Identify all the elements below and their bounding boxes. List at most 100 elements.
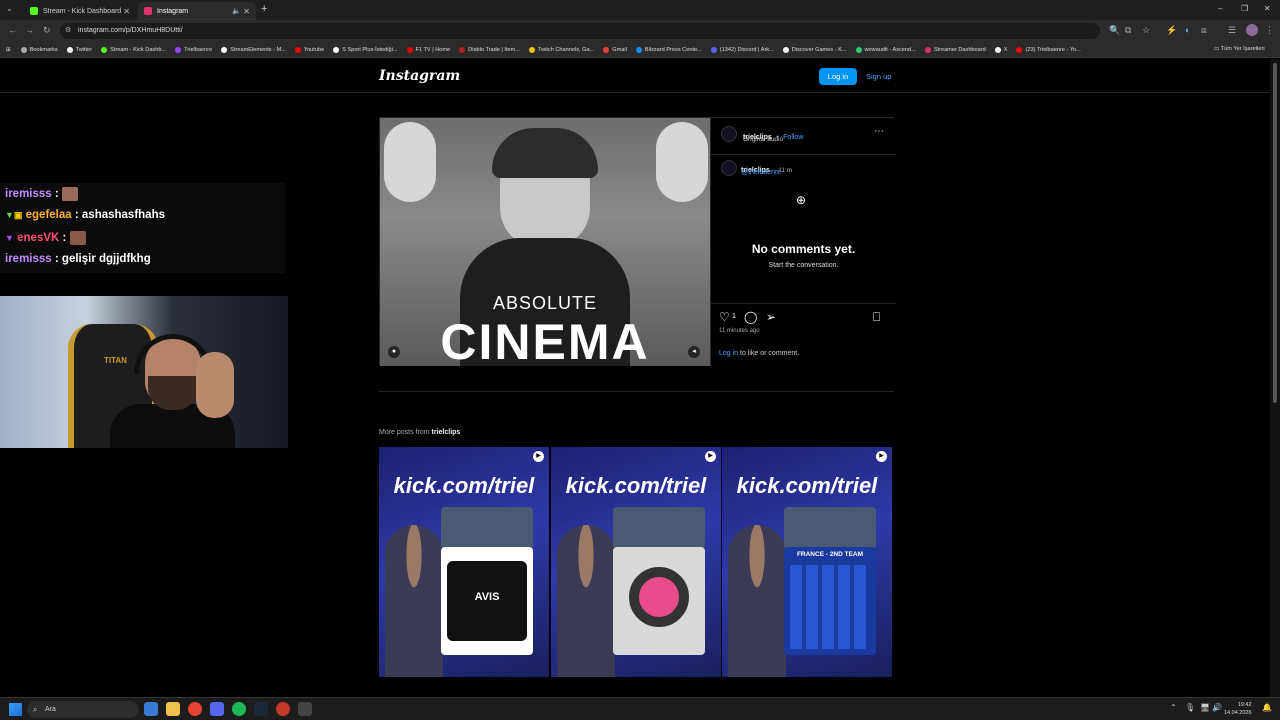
bookmark-item[interactable]: Bookmarks — [20, 46, 58, 53]
spotify-icon[interactable] — [232, 702, 246, 716]
all-bookmarks-folder[interactable]: ▭ Tüm Yer İşaretleri — [1214, 46, 1265, 52]
add-emoji-icon[interactable]: ⊕ — [796, 193, 806, 207]
bookmark-item[interactable]: (1342) Discord | Ark... — [710, 46, 774, 53]
file-explorer-icon[interactable] — [166, 702, 180, 716]
bookmark-label: Gmail — [612, 46, 627, 53]
like-heart-icon[interactable]: ♡ — [719, 310, 730, 324]
tile-presenter — [728, 525, 786, 677]
bookmark-item[interactable]: wowaudit - Ascend... — [855, 46, 916, 53]
bookmark-item[interactable]: Youtube — [294, 46, 324, 53]
profile-avatar[interactable] — [1246, 24, 1258, 36]
cast-icon[interactable]: ⧉ — [1125, 25, 1131, 36]
chat-separator: : — [71, 209, 82, 221]
bookmark-item[interactable]: X — [994, 46, 1007, 53]
badge-icon: ▼ — [5, 233, 14, 244]
new-tab-icon[interactable]: + — [261, 3, 267, 15]
reload-icon[interactable]: ↻ — [43, 25, 51, 36]
extension-icon-2[interactable]: ◖ — [1184, 25, 1189, 35]
minimize-icon[interactable]: – — [1218, 4, 1222, 13]
bookmark-item[interactable]: Streamer Dashboard — [924, 46, 986, 53]
notification-icon[interactable]: 🔔 — [1262, 703, 1272, 712]
follow-button[interactable]: Follow — [783, 134, 803, 141]
instagram-header: Instagram Log in Sign up — [0, 59, 1270, 93]
section-divider — [379, 391, 894, 392]
bookmark-item[interactable]: Twitter — [66, 46, 92, 53]
reel-icon: ▶ — [533, 451, 544, 462]
task-view-icon[interactable] — [144, 702, 158, 716]
scrollbar-thumb[interactable] — [1273, 63, 1277, 403]
more-options-icon[interactable]: ⋯ — [874, 126, 884, 137]
tab-kick-dashboard[interactable]: Stream - Kick Dashboard ✕ — [24, 2, 136, 20]
back-icon[interactable]: ← — [8, 25, 17, 35]
windows-start-icon[interactable] — [9, 703, 22, 716]
restore-icon[interactable]: ❐ — [1241, 4, 1248, 13]
bookmark-favicon-icon — [603, 46, 610, 53]
speaker-icon[interactable]: 🔈 — [232, 7, 241, 15]
grid-post-2[interactable]: ▶ kick.com/triel ▶ — [551, 447, 721, 677]
audio-label[interactable]: Original audio — [743, 136, 783, 143]
grid-post-1[interactable]: ▶ kick.com/triel AVIS ▶ — [379, 447, 549, 677]
bookmark-item[interactable]: (23) Trielbaenre - Yo... — [1016, 46, 1081, 53]
address-bar[interactable]: ⚙ instagram.com/p/DXHmuH8DUtti/ — [60, 23, 1100, 39]
login-button[interactable]: Log in — [819, 68, 857, 85]
caption-mention[interactable]: @trielbaenre — [741, 169, 781, 176]
bookmark-item[interactable]: Diablo Trade | Item... — [459, 46, 520, 53]
network-icon[interactable]: 🖥 — [1200, 703, 1210, 712]
tab-instagram[interactable]: Instagram 🔈 ✕ — [138, 2, 256, 20]
reel-icon: ▶ — [705, 451, 716, 462]
tab-search-icon[interactable]: ⌄ — [6, 4, 13, 13]
post-sidebar: trielclips • Follow Original audio ⋯ tri… — [710, 118, 896, 366]
bookmark-item[interactable]: Blizzard Press Cente... — [635, 46, 702, 53]
bookmark-item[interactable]: Trielbaenre — [175, 46, 212, 53]
discord-icon[interactable] — [210, 702, 224, 716]
post-video[interactable]: ABSOLUTE CINEMA ● ◂ — [380, 118, 710, 366]
bookmark-item[interactable]: Discover Games - K... — [782, 46, 847, 53]
bookmark-item[interactable]: S Sport Plus-İstediği... — [333, 46, 398, 53]
caption-avatar[interactable] — [721, 160, 737, 176]
steam-icon[interactable] — [254, 702, 268, 716]
grid-post-3[interactable]: ▶ kick.com/triel FRANCE - 2ND TEAM ▶ — [722, 447, 892, 677]
bookmark-item[interactable]: Twitch Channels, Ga... — [528, 46, 594, 53]
author-avatar[interactable] — [721, 126, 737, 142]
site-info-icon[interactable]: ⚙ — [65, 23, 71, 39]
bookmark-favicon-icon — [924, 46, 931, 53]
bookmark-favicon-icon — [528, 46, 535, 53]
menu-icon[interactable]: ⋮ — [1265, 25, 1274, 36]
mute-icon[interactable]: ◂ — [688, 346, 700, 358]
extension-icon[interactable]: ⚡ — [1166, 25, 1177, 36]
bookmark-item[interactable]: Stream - Kick Dashb... — [101, 46, 166, 53]
sidebar-icon[interactable]: ☰ — [1228, 25, 1236, 36]
app-icon[interactable] — [298, 702, 312, 716]
page-scrollbar[interactable] — [1270, 59, 1280, 697]
signup-link[interactable]: Sign up — [866, 68, 891, 85]
login-prompt-link[interactable]: Log in — [719, 350, 738, 357]
instagram-logo[interactable]: Instagram — [379, 68, 460, 84]
obs-icon[interactable] — [276, 702, 290, 716]
tray-chevron-icon[interactable]: ⌃ — [1170, 703, 1177, 712]
more-posts-user[interactable]: trielclips — [432, 429, 461, 436]
close-tab-icon[interactable]: ✕ — [243, 7, 250, 16]
chrome-icon[interactable] — [188, 702, 202, 716]
taskbar-search[interactable]: ⌕ Ara — [27, 701, 139, 718]
bookmark-star-icon[interactable]: ☆ — [1142, 25, 1150, 36]
save-bookmark-icon[interactable]: ⎕ — [873, 310, 880, 325]
share-icon[interactable]: ➢ — [766, 310, 776, 324]
extensions-puzzle-icon[interactable]: ⧈ — [1201, 25, 1207, 36]
chat-separator: : — [51, 188, 62, 201]
zoom-icon[interactable]: 🔍 — [1109, 25, 1120, 36]
close-window-icon[interactable]: ✕ — [1264, 4, 1271, 13]
user-tag-icon[interactable]: ● — [388, 346, 400, 358]
volume-icon[interactable]: 🔊 — [1212, 703, 1222, 712]
bookmark-favicon-icon — [994, 46, 1001, 53]
forward-icon[interactable]: → — [25, 25, 34, 35]
bookmark-item[interactable]: StreamElements - M... — [221, 46, 286, 53]
comment-icon[interactable]: ◯ — [744, 310, 757, 324]
tab-title: Instagram — [157, 7, 189, 15]
microphone-icon[interactable]: 🎙 — [1185, 703, 1195, 712]
bookmark-item[interactable]: Gmail — [603, 46, 627, 53]
close-tab-icon[interactable]: ✕ — [123, 7, 130, 16]
apps-grid-icon[interactable]: ⊞ — [6, 47, 11, 53]
bookmark-item[interactable]: F1 TV | Home — [406, 46, 450, 53]
taskbar-clock[interactable]: 19:42 14.04.2026 — [1224, 701, 1252, 717]
bookmark-favicon-icon — [635, 46, 642, 53]
